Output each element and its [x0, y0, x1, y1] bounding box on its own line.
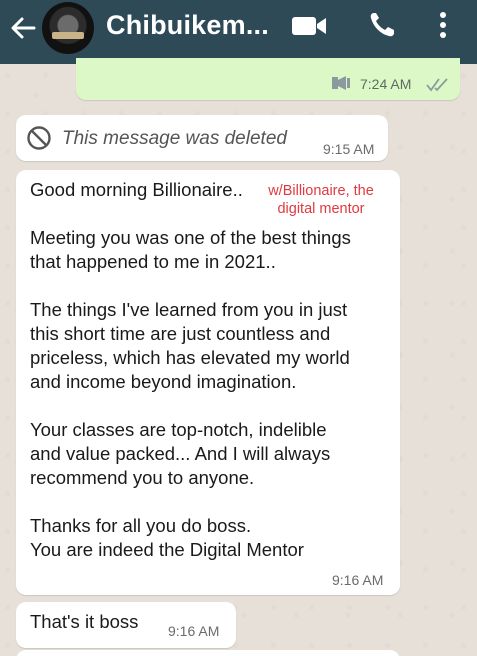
video-call-icon[interactable]: [290, 14, 328, 38]
voice-note-icon: [332, 76, 350, 90]
message-time: 7:24 AM: [360, 76, 412, 92]
contact-name[interactable]: Chibuikem...: [106, 10, 269, 41]
message-bubble-short[interactable]: That's it boss 9:16 AM: [16, 602, 236, 648]
message-bubble-partial: [16, 650, 400, 656]
blocked-icon: [27, 126, 51, 150]
avatar[interactable]: [42, 2, 94, 54]
read-ticks-icon: [426, 78, 448, 92]
message-bubble-outgoing[interactable]: 7:24 AM: [76, 58, 460, 100]
more-options-icon[interactable]: [438, 10, 448, 40]
message-time: 9:16 AM: [168, 623, 220, 639]
back-arrow-icon[interactable]: [8, 13, 38, 43]
message-bubble-deleted[interactable]: This message was deleted 9:15 AM: [16, 115, 388, 161]
watermark-text: w/Billionaire, the digital mentor: [268, 183, 374, 217]
message-body: Meeting you was one of the best things t…: [30, 227, 351, 560]
chat-header: Chibuikem...: [0, 0, 477, 64]
message-greeting: Good morning Billionaire..: [30, 179, 243, 200]
message-time: 9:15 AM: [323, 141, 375, 157]
message-text: That's it boss: [30, 611, 139, 632]
message-time: 9:16 AM: [332, 572, 384, 588]
avatar-band: [52, 32, 84, 39]
deleted-message-text: This message was deleted: [62, 128, 287, 149]
message-bubble-testimonial[interactable]: Good morning Billionaire.. w/Billionaire…: [16, 170, 400, 595]
phone-call-icon[interactable]: [367, 10, 397, 40]
